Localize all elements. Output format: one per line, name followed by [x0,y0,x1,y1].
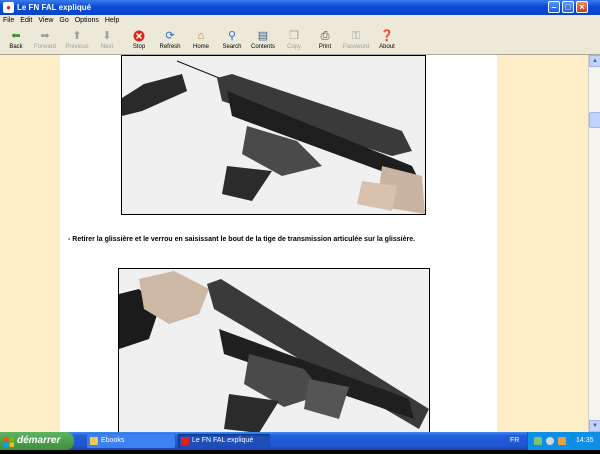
scroll-up-button[interactable]: ▲ [589,55,600,67]
title-bar[interactable]: ● Le FN FAL expliqué – □ × [0,0,600,15]
print-button[interactable]: ⎙ Print [309,29,341,53]
home-icon: ⌂ [197,30,205,42]
vertical-scrollbar[interactable]: ▲ ▼ [588,55,600,432]
key-icon: ⚿ [351,30,361,42]
figure-caption: - Retirer la glissière et le verrou en s… [68,236,416,243]
menu-options[interactable]: Options [72,15,102,27]
minimize-button[interactable]: – [548,1,560,13]
app-icon: ● [3,2,14,13]
about-icon: ❓ [380,30,394,42]
menu-bar: File Edit View Go Options Help [0,15,600,27]
about-button[interactable]: ❓ About [371,29,403,53]
menu-help[interactable]: Help [102,15,122,27]
clock[interactable]: 14:35 [576,432,594,450]
refresh-button[interactable]: ⟳ Refresh [154,29,186,53]
arrow-right-icon: ➡ [40,30,50,42]
arrow-left-icon: ⬅ [11,30,21,42]
rifle-photo-1 [121,55,426,215]
stop-button[interactable]: Stop [123,29,155,53]
print-icon: ⎙ [320,30,330,42]
windows-logo-icon [4,436,14,447]
arrow-up-icon: ⬆ [72,30,82,42]
maximize-button[interactable]: □ [562,1,574,13]
task-le-fn-fal[interactable]: Le FN FAL expliqué [178,434,270,448]
task-ebooks[interactable]: Ebooks [87,434,175,448]
taskbar: démarrer Ebooks Le FN FAL expliqué FR 14… [0,432,600,450]
scroll-down-button[interactable]: ▼ [589,420,600,432]
copy-button[interactable]: ❐ Copy [278,29,310,53]
menu-view[interactable]: View [35,15,56,27]
arrow-down-icon: ⬇ [102,30,112,42]
next-button[interactable]: ⬇ Next [91,29,123,53]
system-tray: FR 14:35 [510,432,600,450]
volume-icon[interactable] [546,437,554,445]
search-button[interactable]: ⚲ Search [216,29,248,53]
back-button[interactable]: ⬅ Back [0,29,32,53]
close-button[interactable]: × [576,1,588,13]
scroll-thumb[interactable] [589,112,600,128]
document-viewport[interactable]: - Retirer la glissière et le verrou en s… [0,55,588,432]
folder-icon [90,437,98,445]
previous-button[interactable]: ⬆ Previous [61,29,93,53]
tray-app-icon[interactable] [558,437,566,445]
password-button[interactable]: ⚿ Password [340,29,372,53]
menu-edit[interactable]: Edit [17,15,35,27]
network-icon[interactable] [534,437,542,445]
forward-button[interactable]: ➡ Forward [29,29,61,53]
copy-icon: ❐ [289,30,299,42]
toolbar: ⬅ Back ➡ Forward ⬆ Previous ⬇ Next Stop ⟳ Ref… [0,27,600,55]
start-button[interactable]: démarrer [0,432,74,450]
contents-icon: ▤ [257,30,269,42]
refresh-icon: ⟳ [165,30,175,42]
window-title: Le FN FAL expliqué [17,3,92,12]
menu-file[interactable]: File [0,15,17,27]
language-indicator[interactable]: FR [510,432,519,450]
ebook-icon [181,437,189,445]
stop-icon [132,30,146,43]
contents-button[interactable]: ▤ Contents [247,29,279,53]
home-button[interactable]: ⌂ Home [185,29,217,53]
search-icon: ⚲ [227,30,237,42]
menu-go[interactable]: Go [56,15,71,27]
rifle-photo-2 [118,268,430,432]
app-window: ● Le FN FAL expliqué – □ × File Edit View G… [0,0,600,432]
